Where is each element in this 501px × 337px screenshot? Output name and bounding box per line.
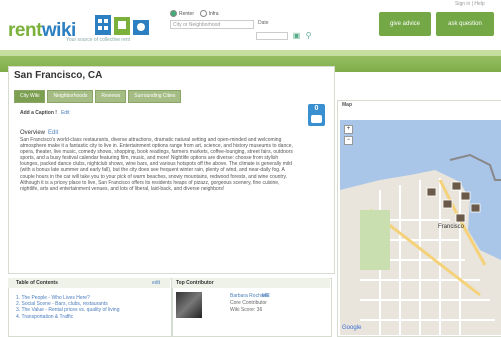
contributor-title: Top Contributor (176, 280, 214, 286)
google-logo: Google (342, 325, 361, 331)
radio-other[interactable] (199, 10, 207, 17)
overview-title: Overview (20, 130, 46, 136)
tagline: Your source of collective rent (66, 37, 131, 43)
caption-text: Add a Caption ! (20, 110, 57, 116)
radio-renter[interactable] (170, 10, 177, 17)
map-markers (426, 181, 481, 223)
avatar[interactable] (176, 292, 202, 318)
comment-icon (311, 115, 322, 123)
search-input[interactable]: City or Neighborhood (170, 20, 254, 29)
logo-part-rent: rent (8, 20, 42, 41)
toc-title: Table of Contents (16, 280, 58, 286)
tab-bar: City Wiki Neighborhoods Reviews Surrounding… (14, 84, 183, 103)
give-advice-button[interactable]: give advice (379, 12, 431, 36)
toc-edit-link[interactable]: edit (152, 280, 160, 286)
map-pin-icon[interactable]: ▣ (292, 31, 301, 40)
overview-edit-link[interactable]: Edit (48, 130, 58, 136)
google-text: Google (342, 325, 362, 331)
overview-heading: Overview Edit (20, 130, 58, 136)
contributor-links[interactable]: ME (262, 293, 270, 299)
map-marker[interactable] (451, 181, 462, 191)
radio-other-label: Infra (208, 10, 219, 17)
caption-edit-link[interactable]: Edit (61, 110, 70, 116)
overview-text: San Francisco's world-class restaurants,… (20, 137, 293, 192)
map-title: Map (342, 102, 352, 108)
comment-count-badge[interactable]: 0 (308, 104, 325, 126)
map-marker[interactable] (426, 187, 437, 197)
toc-list: 1. The People - Who Lives Here? 2. Socia… (16, 295, 119, 320)
tab-surrounding-cities[interactable]: Surrounding Cities (128, 90, 182, 103)
map-city-label: Francisco (438, 224, 465, 230)
logo-icon (95, 15, 149, 35)
date-input[interactable] (256, 32, 288, 40)
contributor-role: Core Contributor (230, 300, 267, 306)
tab-neighborhoods[interactable]: Neighborhoods (47, 90, 94, 103)
caption: Add a Caption ! Edit (20, 110, 70, 116)
search-type-radios: Renter Infra (170, 10, 219, 17)
sign-in-link[interactable]: Sign in | Help (455, 1, 485, 7)
banner-highlight (0, 50, 501, 56)
tab-reviews[interactable]: Reviews (95, 90, 127, 103)
map-marker[interactable] (460, 191, 471, 201)
date-label: Date (258, 20, 269, 26)
comment-count: 0 (314, 105, 319, 112)
search-icon[interactable]: ⚲ (304, 31, 313, 40)
toc-item[interactable]: 4. Transportation & Traffic (16, 314, 119, 320)
radio-renter-label: Renter (179, 10, 195, 17)
page-title: San Francisco, CA (14, 70, 103, 81)
map-marker[interactable] (470, 203, 481, 213)
tab-city-wiki[interactable]: City Wiki (14, 90, 46, 103)
map-marker[interactable] (442, 199, 453, 209)
toc-item[interactable]: 3. The Value - Rental prices vs. quality… (16, 307, 119, 313)
contributor-score: Wiki Score: 36 (230, 307, 263, 313)
map-marker[interactable] (455, 213, 466, 223)
ask-question-button[interactable]: ask question (436, 12, 494, 36)
